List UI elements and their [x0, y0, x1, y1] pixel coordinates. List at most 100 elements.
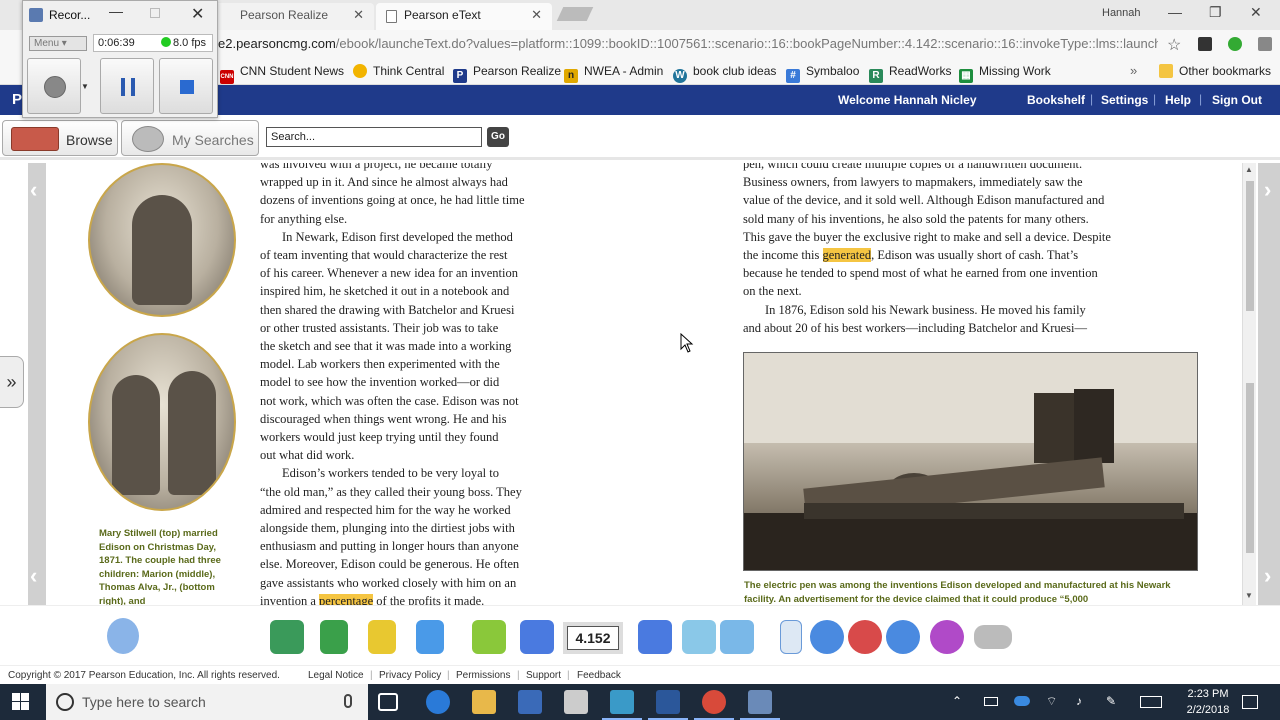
vertical-scrollbar[interactable]: ▲ ▼ — [1242, 163, 1256, 605]
search-input[interactable]: Search... — [266, 127, 482, 147]
volume-icon[interactable]: ♪ — [1076, 694, 1092, 710]
zoom-fit-icon[interactable] — [886, 620, 920, 654]
zoom-in-icon[interactable] — [810, 620, 844, 654]
tab-close-icon[interactable]: ✕ — [353, 7, 364, 23]
recorder-menu-dropdown[interactable]: Menu ▾ — [29, 36, 87, 51]
undo-icon[interactable] — [472, 620, 506, 654]
photo-edison-children — [88, 333, 236, 511]
permissions-link[interactable]: Permissions — [456, 670, 510, 681]
bookmark-other[interactable]: Other bookmarks — [1159, 64, 1271, 78]
nav-sign-out[interactable]: Sign Out — [1212, 93, 1262, 107]
next-page-icon[interactable]: › — [1264, 563, 1271, 589]
wordpress-icon: W — [673, 69, 687, 83]
battery-icon[interactable] — [984, 697, 998, 706]
page-number-field[interactable]: 4.152 — [567, 626, 619, 650]
tab-pearson-etext[interactable]: Pearson eText ✕ — [376, 3, 552, 30]
extension-icon[interactable] — [1198, 37, 1212, 51]
next-page-icon[interactable]: › — [1264, 177, 1271, 203]
previous-page-icon[interactable]: ‹ — [30, 177, 37, 203]
glossary-icon[interactable] — [270, 620, 304, 654]
mail-icon[interactable] — [564, 690, 588, 714]
pause-button[interactable] — [100, 58, 154, 114]
scroll-thumb[interactable] — [1246, 181, 1254, 311]
nav-bookshelf[interactable]: Bookshelf — [1027, 93, 1085, 107]
privacy-policy-link[interactable]: Privacy Policy — [379, 670, 441, 681]
previous-page-arrow-icon[interactable] — [520, 620, 554, 654]
close-icon[interactable]: ✕ — [1250, 4, 1262, 21]
bookmark-symbaloo[interactable]: # Symbaloo — [786, 64, 859, 83]
mascot-icon[interactable] — [107, 618, 139, 654]
tab-close-icon[interactable]: ✕ — [531, 7, 542, 23]
scroll-down-icon[interactable]: ▼ — [1245, 591, 1253, 600]
profile-name[interactable]: Hannah — [1102, 7, 1141, 19]
legal-notice-link[interactable]: Legal Notice — [308, 670, 364, 681]
scroll-up-icon[interactable]: ▲ — [1245, 165, 1253, 174]
bookmark-missing-work[interactable]: ▦ Missing Work — [959, 64, 1051, 83]
go-button[interactable]: Go — [487, 127, 509, 147]
zoom-out-icon[interactable] — [848, 620, 882, 654]
pen-icon[interactable]: ✎ — [1106, 694, 1122, 710]
bookmark-cnn-student-news[interactable]: CNN CNN Student News — [220, 64, 344, 84]
vocab-highlight[interactable]: percentage — [319, 593, 374, 605]
wifi-icon[interactable]: ⌔ — [1046, 694, 1062, 710]
bookmark-star-icon[interactable]: ☆ — [1167, 35, 1181, 55]
bookmark-pearson-realize[interactable]: P Pearson Realize — [453, 64, 561, 83]
onedrive-icon[interactable] — [1014, 696, 1030, 706]
record-button[interactable] — [27, 58, 81, 114]
bookmark-nwea-admin[interactable]: n NWEA - Admin — [564, 64, 663, 83]
taskbar-search[interactable]: Type here to search — [46, 684, 368, 720]
url-field[interactable]: e2.pearsoncmg.com/ebook/launcheText.do?v… — [218, 36, 1158, 51]
windows-start-icon[interactable] — [12, 693, 30, 711]
notes-app-icon[interactable] — [602, 690, 642, 720]
screen-recorder-icon[interactable] — [740, 690, 780, 720]
chrome-icon[interactable] — [694, 690, 734, 720]
file-explorer-icon[interactable] — [472, 690, 496, 714]
bookmark-think-central[interactable]: Think Central — [353, 64, 444, 78]
bookmarks-overflow-icon[interactable]: » — [1130, 63, 1137, 78]
link-icon[interactable] — [930, 620, 964, 654]
word-icon[interactable] — [648, 690, 688, 720]
page-view-icon[interactable] — [780, 620, 802, 654]
nav-help[interactable]: Help — [1165, 93, 1191, 107]
etext-toolbar: Browse My Searches Search... Go — [0, 115, 1280, 160]
bookmark-book-club-ideas[interactable]: Wbook club ideas — [673, 64, 776, 83]
my-searches-button[interactable]: My Searches — [121, 120, 259, 156]
close-icon[interactable]: ✕ — [191, 4, 204, 24]
vocab-highlight[interactable]: generated — [822, 248, 872, 263]
minimize-icon[interactable]: — — [109, 3, 123, 19]
microphone-icon[interactable] — [344, 694, 352, 708]
nav-settings[interactable]: Settings — [1101, 93, 1148, 107]
store-icon[interactable] — [518, 690, 542, 714]
pushpin-icon[interactable] — [368, 620, 396, 654]
feedback-link[interactable]: Feedback — [577, 670, 621, 681]
support-link[interactable]: Support — [526, 670, 561, 681]
browse-button[interactable]: Browse — [2, 120, 118, 156]
keyboard-icon[interactable] — [1140, 696, 1162, 708]
bookmark-icon[interactable] — [320, 620, 348, 654]
new-tab-button[interactable] — [556, 7, 594, 21]
maximize-icon[interactable]: ❐ — [1209, 4, 1222, 21]
task-view-icon[interactable] — [378, 693, 398, 711]
notifications-icon[interactable] — [1242, 695, 1258, 709]
stop-button[interactable] — [159, 58, 213, 114]
footer-separator: | — [517, 670, 520, 681]
hand-tool-icon[interactable] — [720, 620, 754, 654]
tab-pearson-realize[interactable]: Pearson Realize ✕ — [212, 3, 374, 30]
previous-page-icon[interactable]: ‹ — [30, 563, 37, 589]
next-page-arrow-icon[interactable] — [638, 620, 672, 654]
mouse-cursor-icon — [680, 333, 694, 353]
expand-panel-button[interactable]: » — [0, 356, 24, 408]
text-line: wrapped up in it. And since he almost al… — [260, 175, 508, 190]
bookmark-readworks[interactable]: R ReadWorks — [869, 64, 951, 83]
extension-icon[interactable] — [1228, 37, 1242, 51]
select-tool-icon[interactable] — [682, 620, 716, 654]
menu-icon[interactable] — [1258, 37, 1272, 51]
clock[interactable]: 2:23 PM 2/2/2018 — [1180, 686, 1236, 718]
audio-player-icon[interactable] — [974, 625, 1012, 649]
minimize-icon[interactable]: — — [1168, 4, 1182, 20]
record-options-dropdown[interactable]: ▼ — [81, 58, 91, 114]
highlighter-icon[interactable] — [416, 620, 444, 654]
show-hidden-icons[interactable]: ⌃ — [952, 694, 968, 710]
edge-icon[interactable] — [426, 690, 450, 714]
scroll-track[interactable] — [1246, 383, 1254, 553]
